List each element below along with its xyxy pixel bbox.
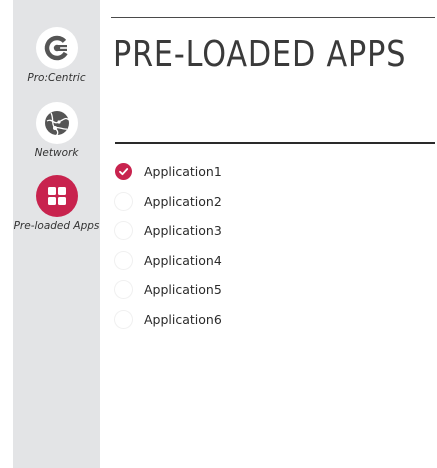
sidebar-item-preloaded-apps[interactable]: Pre-loaded Apps bbox=[13, 175, 100, 232]
divider bbox=[111, 17, 435, 18]
apps-grid-icon bbox=[35, 175, 78, 217]
radio-button[interactable] bbox=[115, 222, 132, 240]
divider bbox=[115, 142, 435, 144]
procentric-logo-icon bbox=[35, 27, 78, 69]
page-title: PRE-LOADED APPS bbox=[113, 34, 407, 75]
radio-button[interactable] bbox=[115, 192, 132, 210]
app-item-3[interactable]: Application3 bbox=[115, 216, 222, 246]
app-item-4[interactable]: Application4 bbox=[115, 246, 222, 276]
app-label: Application2 bbox=[144, 193, 222, 209]
sidebar-item-label: Network bbox=[34, 147, 79, 159]
app-item-1[interactable]: Application1 bbox=[115, 157, 222, 187]
sidebar-item-network[interactable]: Network bbox=[13, 102, 100, 159]
radio-button[interactable] bbox=[115, 310, 132, 328]
radio-button[interactable] bbox=[115, 251, 132, 269]
app-label: Application6 bbox=[144, 311, 222, 327]
sidebar: Pro:Centric Network Pre-loaded Apps bbox=[13, 0, 100, 468]
main-panel: PRE-LOADED APPS Application1 Application… bbox=[100, 0, 437, 468]
sidebar-item-label: Pro:Centric bbox=[27, 72, 86, 84]
app-label: Application1 bbox=[144, 164, 222, 180]
checkmark-icon[interactable] bbox=[115, 163, 132, 181]
sidebar-item-procentric[interactable]: Pro:Centric bbox=[13, 27, 100, 84]
app-label: Application5 bbox=[144, 282, 222, 298]
app-item-5[interactable]: Application5 bbox=[115, 275, 222, 305]
app-list: Application1 Application2 Application3 A… bbox=[115, 157, 222, 334]
radio-button[interactable] bbox=[115, 281, 132, 299]
app-item-2[interactable]: Application2 bbox=[115, 187, 222, 217]
globe-icon bbox=[35, 102, 78, 144]
app-label: Application4 bbox=[144, 252, 222, 268]
sidebar-item-label: Pre-loaded Apps bbox=[13, 220, 100, 232]
app-label: Application3 bbox=[144, 223, 222, 239]
app-item-6[interactable]: Application6 bbox=[115, 305, 222, 335]
